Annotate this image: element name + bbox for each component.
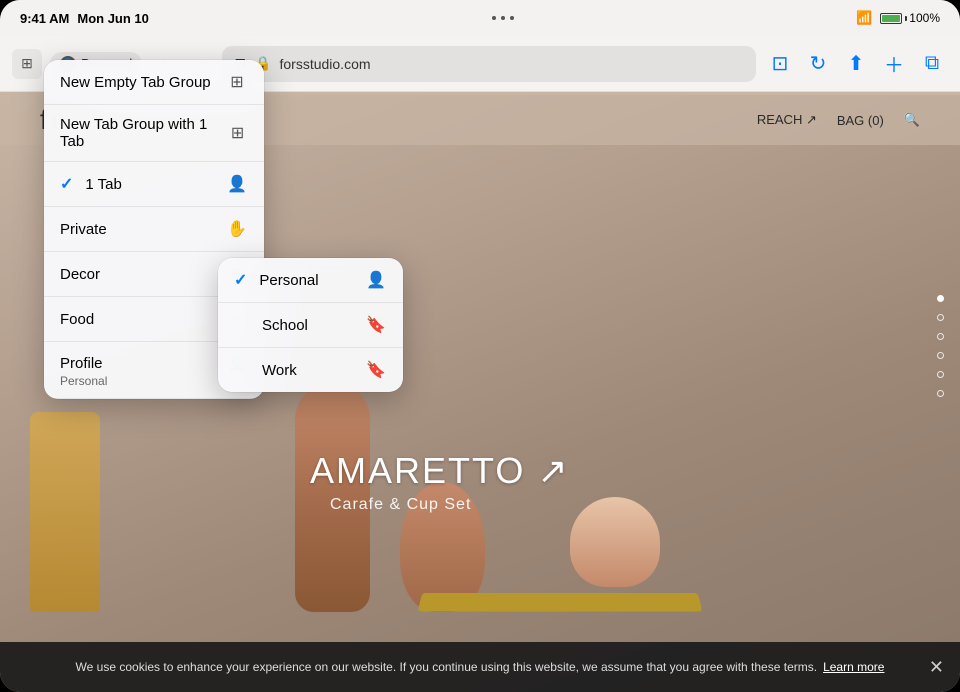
refresh-button[interactable]: ↻ bbox=[802, 48, 834, 80]
new-empty-tab-group-item[interactable]: New Empty Tab Group ⊞ bbox=[44, 60, 264, 105]
scroll-dot-3 bbox=[937, 333, 944, 340]
private-item[interactable]: Private ✋ bbox=[44, 207, 264, 252]
decor-label: Decor bbox=[60, 266, 100, 283]
product-bottle bbox=[30, 412, 100, 612]
nav-bag[interactable]: BAG (0) bbox=[837, 113, 884, 128]
battery-bar bbox=[880, 13, 902, 24]
scroll-dot-1 bbox=[937, 295, 944, 302]
school-label: School bbox=[262, 317, 308, 334]
scroll-dot-5 bbox=[937, 371, 944, 378]
product-mat bbox=[418, 593, 703, 612]
wifi-icon: 📶 bbox=[856, 10, 872, 26]
toolbar-actions: ⊡ ↻ ⬆ ＋ ⧉ bbox=[764, 48, 948, 80]
tab-grid-button[interactable]: ⊞ bbox=[12, 49, 42, 79]
1tab-item-left: ✓ 1 Tab bbox=[60, 174, 122, 194]
personal-profile-left: ✓ Personal bbox=[234, 270, 319, 290]
status-dot-3 bbox=[510, 16, 514, 20]
new-empty-tab-group-label: New Empty Tab Group bbox=[60, 74, 211, 91]
share-button[interactable]: ⬆ bbox=[840, 48, 872, 80]
status-date: Mon Jun 10 bbox=[77, 11, 149, 26]
cookie-text: We use cookies to enhance your experienc… bbox=[76, 660, 818, 674]
battery-fill bbox=[882, 15, 900, 22]
product-title: AMARETTO ↗ bbox=[310, 450, 570, 492]
scroll-dots bbox=[937, 295, 944, 397]
private-item-left: Private bbox=[60, 221, 107, 238]
website-nav: REACH ↗ BAG (0) 🔍 bbox=[757, 112, 920, 128]
status-right: 📶 100% bbox=[856, 10, 940, 26]
reader-button[interactable]: ⊡ bbox=[764, 48, 796, 80]
private-label: Private bbox=[60, 221, 107, 238]
new-tab-group-1tab-item[interactable]: New Tab Group with 1 Tab ⊞ bbox=[44, 105, 264, 162]
tabs-overview-button[interactable]: ⧉ bbox=[916, 48, 948, 80]
personal-check: ✓ bbox=[234, 270, 247, 290]
status-dot-2 bbox=[501, 16, 505, 20]
work-label: Work bbox=[262, 362, 297, 379]
food-item-left: Food bbox=[60, 311, 94, 328]
scroll-dot-4 bbox=[937, 352, 944, 359]
product-subtitle: Carafe & Cup Set bbox=[330, 496, 471, 514]
1tab-item[interactable]: ✓ 1 Tab 👤 bbox=[44, 162, 264, 207]
new-tab-button[interactable]: ＋ bbox=[878, 48, 910, 80]
decor-item-left: Decor bbox=[60, 266, 100, 283]
new-tab-group-1tab-icon: ⊞ bbox=[227, 122, 248, 144]
work-profile-left: Work bbox=[234, 362, 297, 379]
scroll-dot-6 bbox=[937, 390, 944, 397]
profile-title: Profile bbox=[60, 355, 103, 372]
school-profile-item[interactable]: School 🔖 bbox=[218, 303, 403, 348]
profile-sub-dropdown: ✓ Personal 👤 School 🔖 Work 🔖 bbox=[218, 258, 403, 392]
new-tab-group-1tab-label: New Tab Group with 1 Tab bbox=[60, 116, 227, 150]
battery-indicator: 100% bbox=[880, 11, 940, 25]
personal-label: Personal bbox=[259, 272, 318, 289]
ipad-frame: førs REACH ↗ BAG (0) 🔍 AMARETTO ↗ Carafe… bbox=[0, 0, 960, 692]
nav-search[interactable]: 🔍 bbox=[904, 112, 920, 128]
url-text: forsstudio.com bbox=[279, 56, 370, 72]
battery-percent: 100% bbox=[909, 11, 940, 25]
school-icon: 🔖 bbox=[365, 314, 387, 336]
work-profile-item[interactable]: Work 🔖 bbox=[218, 348, 403, 392]
cookie-close-button[interactable]: ✕ bbox=[929, 657, 944, 678]
personal-icon: 👤 bbox=[365, 269, 387, 291]
new-empty-tab-group-icon: ⊞ bbox=[226, 71, 248, 93]
1tab-label: 1 Tab bbox=[85, 176, 121, 193]
nav-reach[interactable]: REACH ↗ bbox=[757, 112, 817, 128]
status-dot-1 bbox=[492, 16, 496, 20]
status-left: 9:41 AM Mon Jun 10 bbox=[20, 11, 149, 26]
private-icon: ✋ bbox=[226, 218, 248, 240]
personal-profile-item[interactable]: ✓ Personal 👤 bbox=[218, 258, 403, 303]
1tab-icon: 👤 bbox=[226, 173, 248, 195]
status-center bbox=[492, 16, 514, 20]
address-bar[interactable]: ⊡ 🔒 forsstudio.com bbox=[222, 46, 756, 82]
1tab-check: ✓ bbox=[60, 174, 73, 194]
product-cup bbox=[570, 497, 660, 587]
battery-tip bbox=[905, 16, 907, 21]
status-bar: 9:41 AM Mon Jun 10 📶 100% bbox=[0, 0, 960, 36]
school-profile-left: School bbox=[234, 317, 308, 334]
cookie-learn-more[interactable]: Learn more bbox=[823, 660, 884, 674]
work-icon: 🔖 bbox=[365, 359, 387, 381]
food-label: Food bbox=[60, 311, 94, 328]
scroll-dot-2 bbox=[937, 314, 944, 321]
status-time: 9:41 AM bbox=[20, 11, 69, 26]
cookie-banner: We use cookies to enhance your experienc… bbox=[0, 642, 960, 692]
